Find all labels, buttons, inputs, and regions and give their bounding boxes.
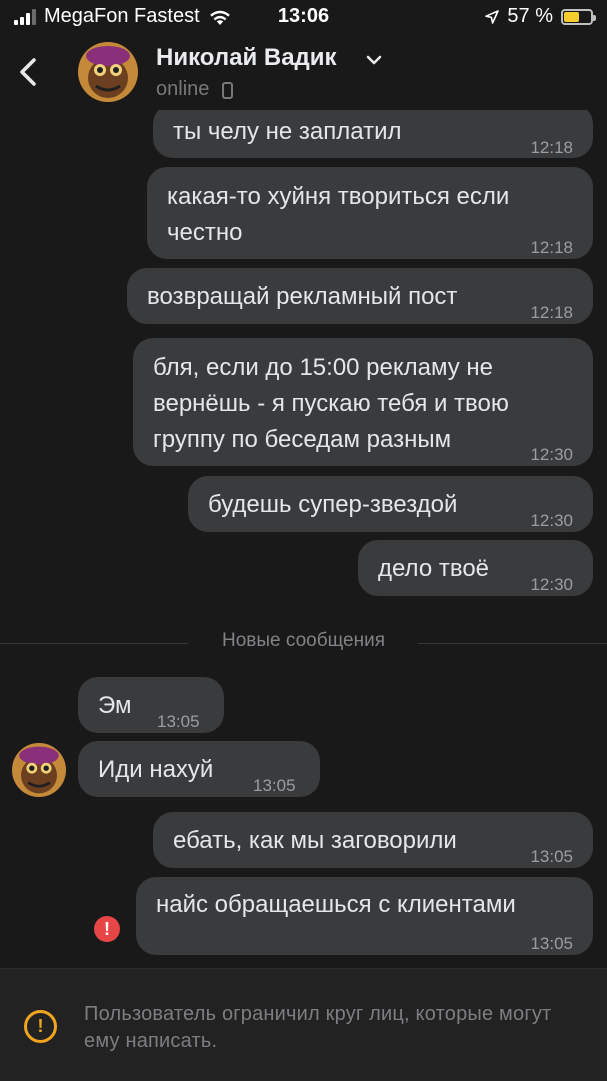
message-text: будешь супер-звездой	[208, 491, 458, 518]
message-text: возвращай рекламный пост	[147, 283, 458, 310]
message-text: найс обращаешься с клиентами	[156, 891, 516, 918]
chevron-down-icon[interactable]	[366, 54, 382, 66]
message-time: 13:05	[530, 934, 573, 953]
contact-name[interactable]: Николай Вадик	[156, 44, 337, 72]
message-time: 12:30	[530, 575, 573, 594]
message-text: бля, если до 15:00 рекламу не вернёшь - …	[153, 354, 509, 453]
contact-avatar[interactable]	[78, 42, 138, 102]
message-text: дело твоё	[378, 555, 490, 582]
message-bubble[interactable]: дело твоё 12:30	[358, 540, 593, 596]
message-text: Иди нахуй	[98, 756, 214, 783]
write-restriction-banner: ! Пользователь ограничил круг лиц, котор…	[0, 968, 607, 1081]
message-time: 13:05	[157, 712, 200, 731]
message-time: 12:18	[530, 303, 573, 322]
message-bubble[interactable]: возвращай рекламный пост 12:18	[127, 268, 593, 324]
mobile-phone-icon	[222, 82, 233, 99]
restriction-text: Пользователь ограничил круг лиц, которые…	[84, 1003, 552, 1052]
message-bubble[interactable]: Иди нахуй 13:05	[78, 741, 320, 797]
battery-percent: 57 %	[507, 5, 553, 27]
message-time: 12:18	[530, 238, 573, 257]
message-bubble[interactable]: будешь супер-звездой 12:30	[188, 476, 593, 532]
message-bubble[interactable]: Эм 13:05	[78, 677, 224, 733]
message-bubble[interactable]: какая-то хуйня твориться если честно 12:…	[147, 167, 593, 259]
message-bubble[interactable]: ты челу не заплатил 12:18	[153, 104, 593, 158]
chat-header: Николай Вадик online	[0, 34, 607, 110]
warning-icon: !	[24, 1010, 57, 1043]
message-time: 12:30	[530, 511, 573, 530]
message-text: какая-то хуйня твориться если честно	[167, 183, 510, 246]
message-text: Эм	[98, 692, 132, 719]
message-text: ты челу не заплатил	[173, 118, 402, 145]
message-bubble[interactable]: ебать, как мы заговорили 13:05	[153, 812, 593, 868]
message-time: 12:30	[530, 445, 573, 464]
message-time: 12:18	[530, 138, 573, 157]
new-messages-label: Новые сообщения	[222, 630, 385, 651]
battery-icon	[561, 8, 596, 25]
online-status: online	[156, 78, 210, 100]
sender-avatar[interactable]	[12, 743, 66, 797]
message-text: ебать, как мы заговорили	[173, 827, 457, 854]
message-time: 13:05	[253, 776, 296, 795]
message-time: 13:05	[530, 847, 573, 866]
location-arrow-icon	[485, 9, 500, 24]
status-bar: MegaFon Fastest 13:06 57 %	[0, 0, 607, 34]
message-bubble[interactable]: бля, если до 15:00 рекламу не вернёшь - …	[133, 338, 593, 466]
new-messages-divider: Новые сообщения	[0, 628, 607, 658]
chevron-left-icon[interactable]	[14, 52, 44, 92]
message-error-icon[interactable]: !	[94, 916, 120, 942]
message-bubble[interactable]: найс обращаешься с клиентами 13:05	[136, 877, 593, 955]
